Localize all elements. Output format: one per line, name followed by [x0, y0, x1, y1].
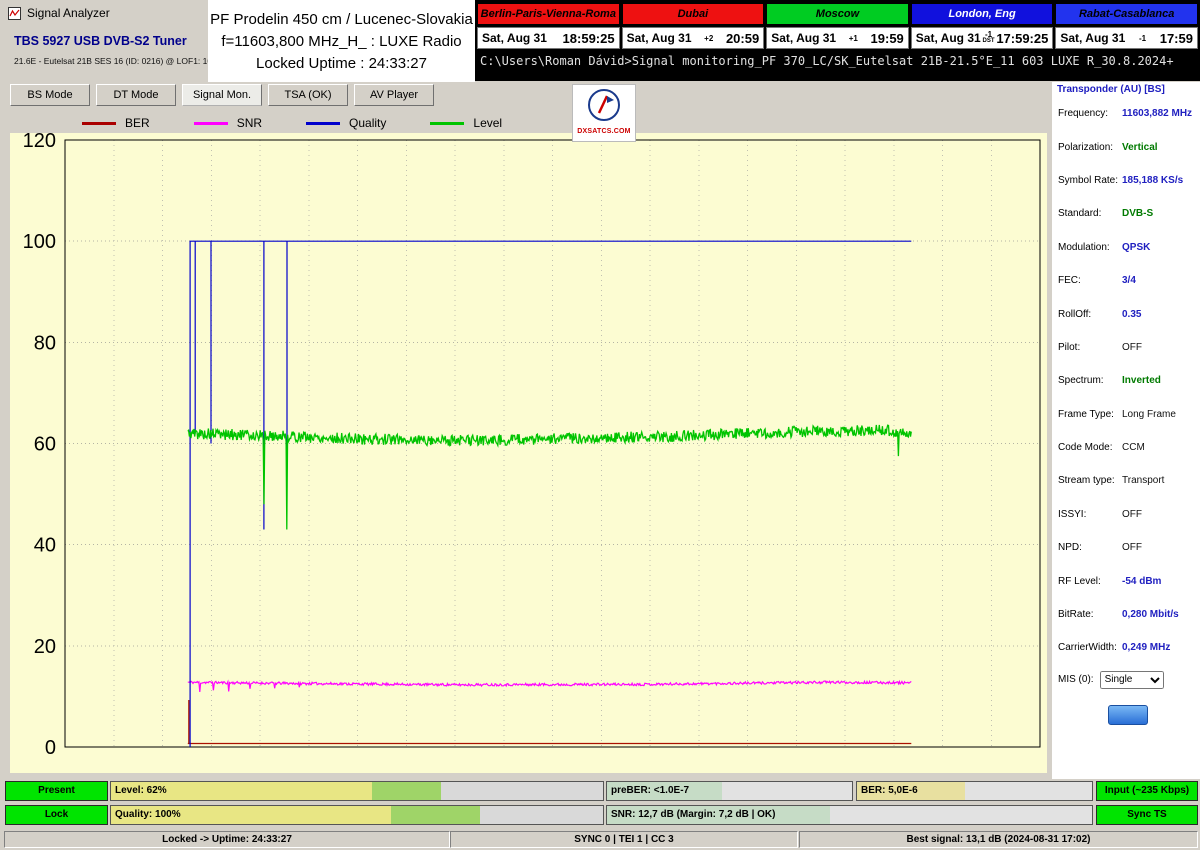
frequency-service-text: f=11603,800 MHz_H_ : LUXE Radio [208, 33, 475, 50]
legend-item-level: Level [430, 116, 502, 130]
legend-label: Quality [349, 116, 386, 130]
transponder-row-code-mode: Code Mode:CCM [1052, 431, 1200, 464]
clock-times-row: Sat, Aug 3118:59:25Sat, Aug 31+220:59Sat… [477, 27, 1198, 49]
tuner-name: TBS 5927 USB DVB-S2 Tuner [14, 34, 209, 48]
transponder-row-polarization: Polarization:Vertical [1052, 130, 1200, 163]
svg-text:80: 80 [34, 332, 56, 354]
transponder-row-carrierwidth: CarrierWidth:0,249 MHz [1052, 631, 1200, 664]
clock-city-berlin-paris-vienna-roma: Berlin-Paris-Vienna-Roma [477, 3, 620, 25]
mode-tabs: BS Mode DT Mode Signal Mon. TSA (OK) AV Play… [10, 84, 434, 106]
logo-text: DXSATCS.COM [573, 128, 635, 135]
legend-swatch [430, 122, 464, 125]
status-gauge-level-62: Level: 62% [110, 781, 604, 801]
locked-uptime-text: Locked Uptime : 24:33:27 [208, 55, 475, 72]
svg-text:60: 60 [34, 434, 56, 456]
indicator-row-1: PresentLevel: 62%preBER: <1.0E-7BER: 5,0… [0, 781, 1200, 801]
legend-swatch [82, 122, 116, 125]
transponder-title: Transponder (AU) [BS] [1052, 82, 1200, 97]
dish-location-text: PF Prodelin 450 cm / Lucenec-Slovakia [208, 11, 475, 28]
transponder-row-frequency: Frequency:11603,882 MHz [1052, 97, 1200, 130]
clock-time-london-eng: Sat, Aug 31-1DST17:59:25 [911, 27, 1054, 49]
console-command-line: C:\Users\Roman Dávid>Signal monitoring_P… [477, 54, 1198, 68]
status-gauge-quality-100: Quality: 100% [110, 805, 604, 825]
mis-row: MIS (0): Single [1052, 665, 1200, 689]
svg-text:100: 100 [23, 231, 56, 253]
transponder-row-bitrate: BitRate:0,280 Mbit/s [1052, 598, 1200, 631]
mis-select[interactable]: Single [1100, 671, 1164, 689]
svg-text:20: 20 [34, 636, 56, 658]
tab-dt-mode[interactable]: DT Mode [96, 84, 176, 106]
transponder-row-stream-type: Stream type:Transport [1052, 464, 1200, 497]
legend-label: BER [125, 116, 150, 130]
tuner-details: 21.6E - Eutelsat 21B SES 16 (ID: 0216) @… [14, 56, 209, 66]
clock-city-rabat-casablanca: Rabat-Casablanca [1055, 3, 1198, 25]
status-lamp-lock: Lock [5, 805, 108, 825]
chart-panel: 0 20 40 60 80 100 120 [10, 133, 1047, 773]
clock-city-moscow: Moscow [766, 3, 909, 25]
uptime-status: Locked -> Uptime: 24:33:27 [4, 831, 450, 848]
status-lamp-input-235-kbps: Input (~235 Kbps) [1096, 781, 1198, 801]
tab-tsa-ok[interactable]: TSA (OK) [268, 84, 348, 106]
legend-item-ber: BER [82, 116, 150, 130]
tab-signal-mon[interactable]: Signal Mon. [182, 84, 262, 106]
transponder-row-spectrum: Spectrum:Inverted [1052, 364, 1200, 397]
window-title: Signal Analyzer [27, 6, 110, 20]
tab-av-player[interactable]: AV Player [354, 84, 434, 106]
clock-city-london-eng: London, Eng [911, 3, 1054, 25]
legend-swatch [194, 122, 228, 125]
app-icon [8, 7, 21, 20]
clock-city-dubai: Dubai [622, 3, 765, 25]
clock-time-rabat-casablanca: Sat, Aug 31-117:59 [1055, 27, 1198, 49]
legend-swatch [306, 122, 340, 125]
legend-label: Level [473, 116, 502, 130]
best-signal-status: Best signal: 13,1 dB (2024-08-31 17:02) [799, 831, 1198, 848]
transponder-row-standard: Standard:DVB-S [1052, 197, 1200, 230]
legend-item-snr: SNR [194, 116, 262, 130]
transponder-row-modulation: Modulation:QPSK [1052, 231, 1200, 264]
panel-blue-button[interactable] [1108, 705, 1148, 725]
dxsatcs-logo-icon [587, 88, 621, 122]
monitoring-header: PF Prodelin 450 cm / Lucenec-Slovakia f=… [208, 0, 475, 82]
legend-label: SNR [237, 116, 262, 130]
transponder-panel: Transponder (AU) [BS] Frequency:11603,88… [1052, 82, 1200, 779]
world-clocks-panel: Berlin-Paris-Vienna-RomaDubaiMoscowLondo… [475, 0, 1200, 81]
clock-time-moscow: Sat, Aug 31+119:59 [766, 27, 909, 49]
legend-item-quality: Quality [306, 116, 386, 130]
transponder-row-issyi: ISSYI:OFF [1052, 498, 1200, 531]
transponder-row-npd: NPD:OFF [1052, 531, 1200, 564]
tuner-info: TBS 5927 USB DVB-S2 Tuner 21.6E - Eutels… [14, 34, 209, 66]
svg-text:0: 0 [45, 737, 56, 759]
transponder-row-symbol-rate: Symbol Rate:185,188 KS/s [1052, 164, 1200, 197]
status-lamp-present: Present [5, 781, 108, 801]
clock-time-dubai: Sat, Aug 31+220:59 [622, 27, 765, 49]
mis-label: MIS (0): [1058, 674, 1094, 685]
clock-time-berlin-paris-vienna-roma: Sat, Aug 3118:59:25 [477, 27, 620, 49]
status-bar: Locked -> Uptime: 24:33:27 SYNC 0 | TEI … [0, 829, 1200, 850]
transponder-rows: Frequency:11603,882 MHzPolarization:Vert… [1052, 97, 1200, 665]
svg-text:120: 120 [23, 133, 56, 152]
status-gauge-snr-12-7-db-margin-7-2-db-ok: SNR: 12,7 dB (Margin: 7,2 dB | OK) [606, 805, 1093, 825]
tab-bs-mode[interactable]: BS Mode [10, 84, 90, 106]
transponder-row-rolloff: RollOff:0.35 [1052, 297, 1200, 330]
indicator-row-2: LockQuality: 100%SNR: 12,7 dB (Margin: 7… [0, 805, 1200, 825]
svg-text:40: 40 [34, 535, 56, 557]
status-gauge-ber-5-0e-6: BER: 5,0E-6 [856, 781, 1093, 801]
clock-cities-row: Berlin-Paris-Vienna-RomaDubaiMoscowLondo… [477, 3, 1198, 25]
sync-status: SYNC 0 | TEI 1 | CC 3 [450, 831, 798, 848]
transponder-row-fec: FEC:3/4 [1052, 264, 1200, 297]
transponder-row-pilot: Pilot:OFF [1052, 331, 1200, 364]
transponder-row-rf-level: RF Level:-54 dBm [1052, 564, 1200, 597]
status-lamp-sync-ts: Sync TS [1096, 805, 1198, 825]
chart-legend: BER SNR Quality Level [82, 115, 502, 131]
dxsatcs-logo: DXSATCS.COM [572, 84, 636, 142]
transponder-row-frame-type: Frame Type:Long Frame [1052, 398, 1200, 431]
status-gauge-preber-1-0e-7: preBER: <1.0E-7 [606, 781, 853, 801]
signal-chart: 0 20 40 60 80 100 120 [10, 133, 1047, 773]
